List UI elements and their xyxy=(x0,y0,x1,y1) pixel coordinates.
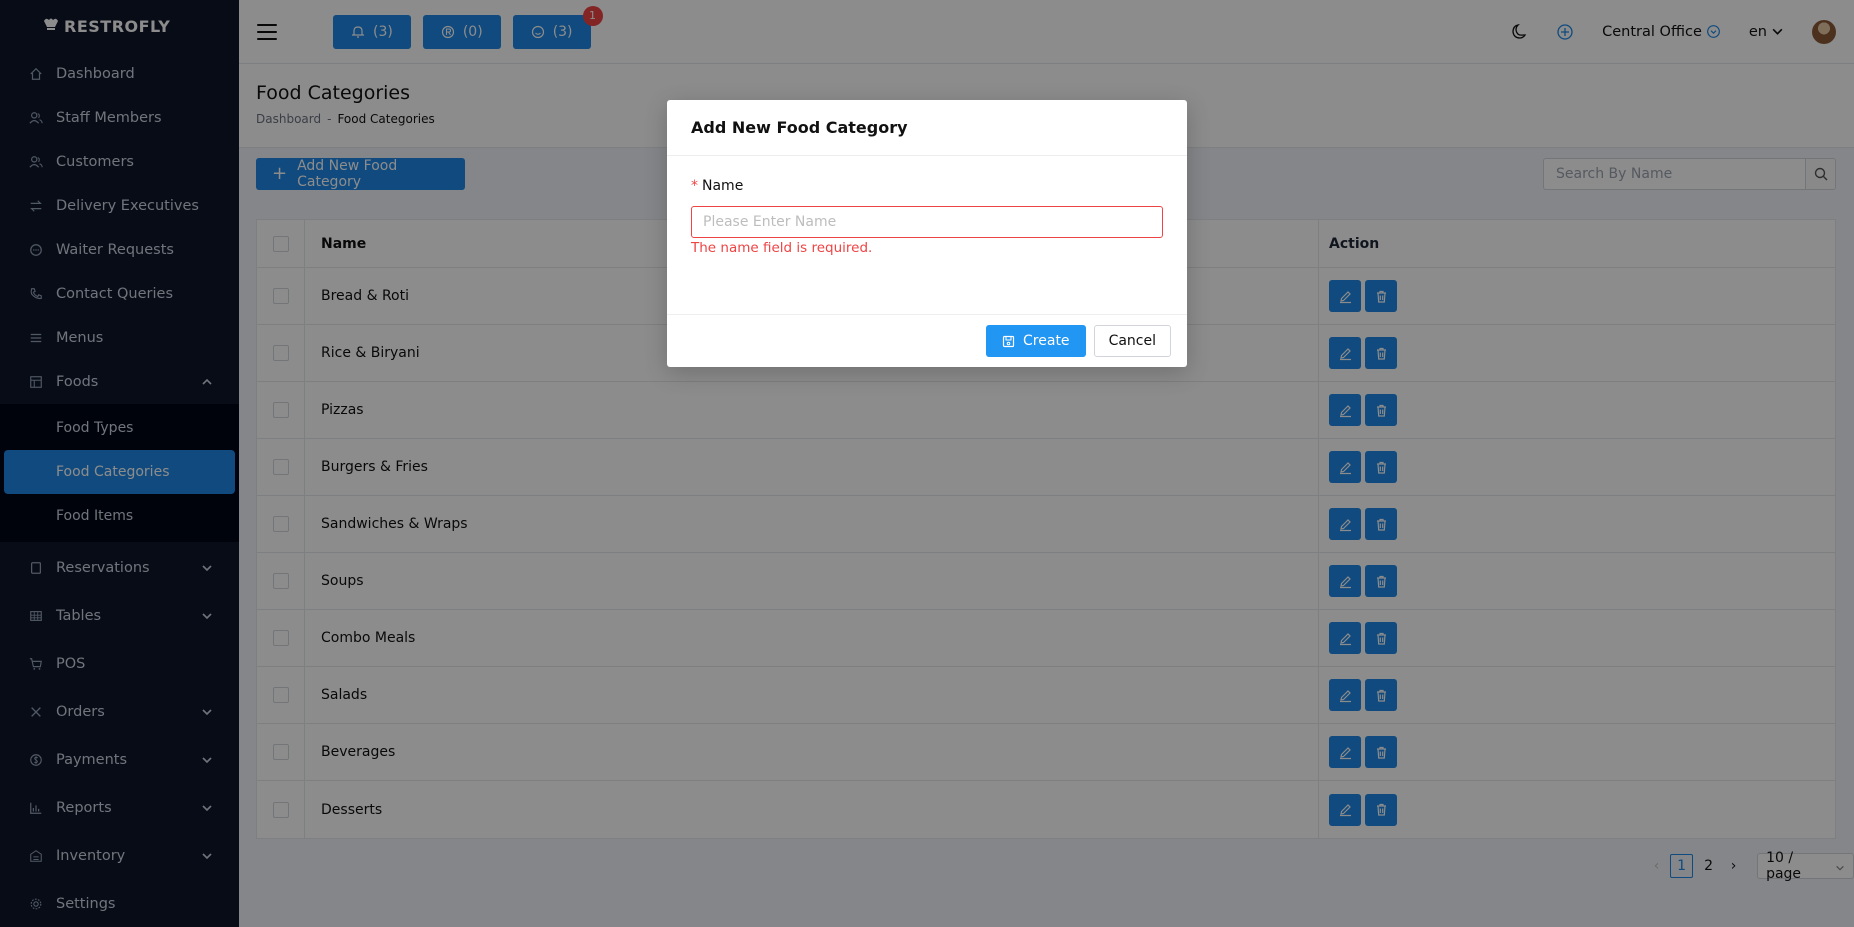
save-icon xyxy=(1002,335,1023,348)
modal-title: Add New Food Category xyxy=(667,100,1187,156)
name-error-message: The name field is required. xyxy=(691,240,873,256)
modal-body: * Name The name field is required. xyxy=(667,156,1187,315)
cancel-button[interactable]: Cancel xyxy=(1093,325,1171,357)
name-field-label: * Name xyxy=(691,178,1163,194)
create-button[interactable]: Create xyxy=(986,325,1086,357)
modal-footer: Create Cancel xyxy=(667,315,1187,367)
name-input[interactable] xyxy=(691,206,1163,238)
name-label-text: Name xyxy=(702,178,744,194)
required-asterisk: * xyxy=(691,178,698,194)
create-label: Create xyxy=(1023,333,1070,349)
add-food-category-modal: Add New Food Category * Name The name fi… xyxy=(667,100,1187,367)
